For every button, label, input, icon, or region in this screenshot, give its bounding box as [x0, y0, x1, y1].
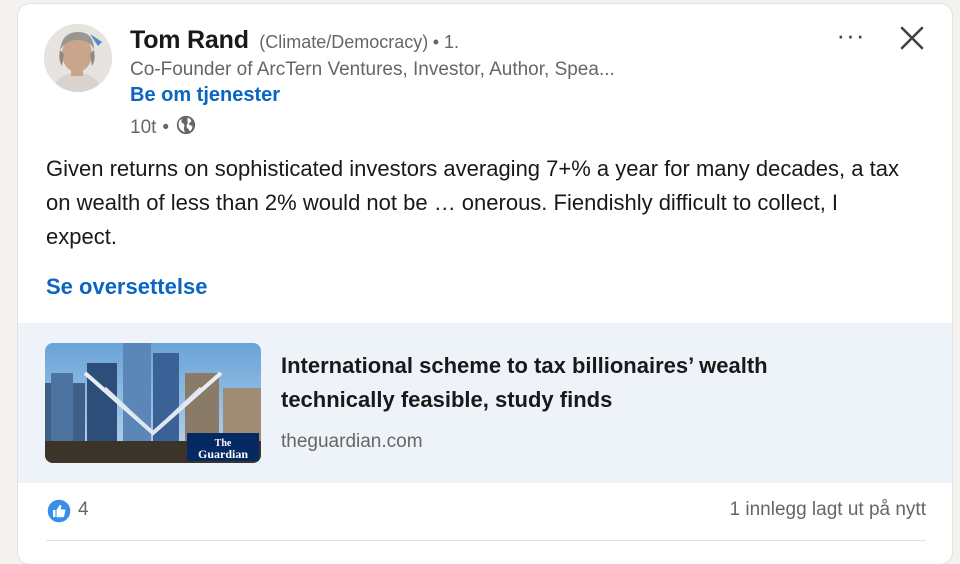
article-thumbnail: The Guardian — [45, 343, 261, 463]
article-title[interactable]: International scheme to tax billionaires… — [281, 349, 881, 417]
repost-count[interactable]: 1 innlegg lagt ut på nytt — [730, 499, 926, 521]
thumbs-up-icon[interactable] — [46, 498, 72, 524]
divider — [46, 540, 926, 541]
globe-icon — [175, 114, 197, 142]
article-source: theguardian.com — [281, 431, 423, 452]
article-link-preview[interactable]: The Guardian International scheme to tax… — [18, 323, 952, 483]
avatar-photo — [44, 24, 112, 92]
author-pronouns: (Climate/Democracy) — [259, 32, 429, 52]
author-avatar[interactable] — [44, 24, 112, 92]
svg-text:Guardian: Guardian — [198, 447, 248, 461]
more-options-button[interactable]: ··· — [826, 18, 876, 58]
connection-degree: • 1. — [432, 32, 460, 52]
post-card: Tom Rand (Climate/Democracy) • 1. Co-Fou… — [18, 4, 952, 564]
request-services-link[interactable]: Be om tjenester — [130, 84, 280, 107]
reaction-count[interactable]: 4 — [78, 499, 89, 521]
author-headline: Co-Founder of ArcTern Ventures, Investor… — [130, 59, 615, 80]
social-counts-bar: 4 1 innlegg lagt ut på nytt — [46, 498, 926, 526]
post-time: 10t — [130, 117, 157, 138]
see-translation-link[interactable]: Se oversettelse — [46, 274, 207, 300]
close-icon — [900, 26, 924, 50]
author-name-row: Tom Rand (Climate/Democracy) • 1. — [130, 26, 459, 55]
more-horizontal-icon: ··· — [836, 20, 866, 50]
post-meta: 10t • — [130, 114, 197, 142]
dismiss-post-button[interactable] — [892, 18, 932, 58]
author-name[interactable]: Tom Rand — [130, 26, 249, 54]
meta-separator: • — [162, 117, 170, 138]
post-body-text: Given returns on sophisticated investors… — [46, 156, 899, 249]
